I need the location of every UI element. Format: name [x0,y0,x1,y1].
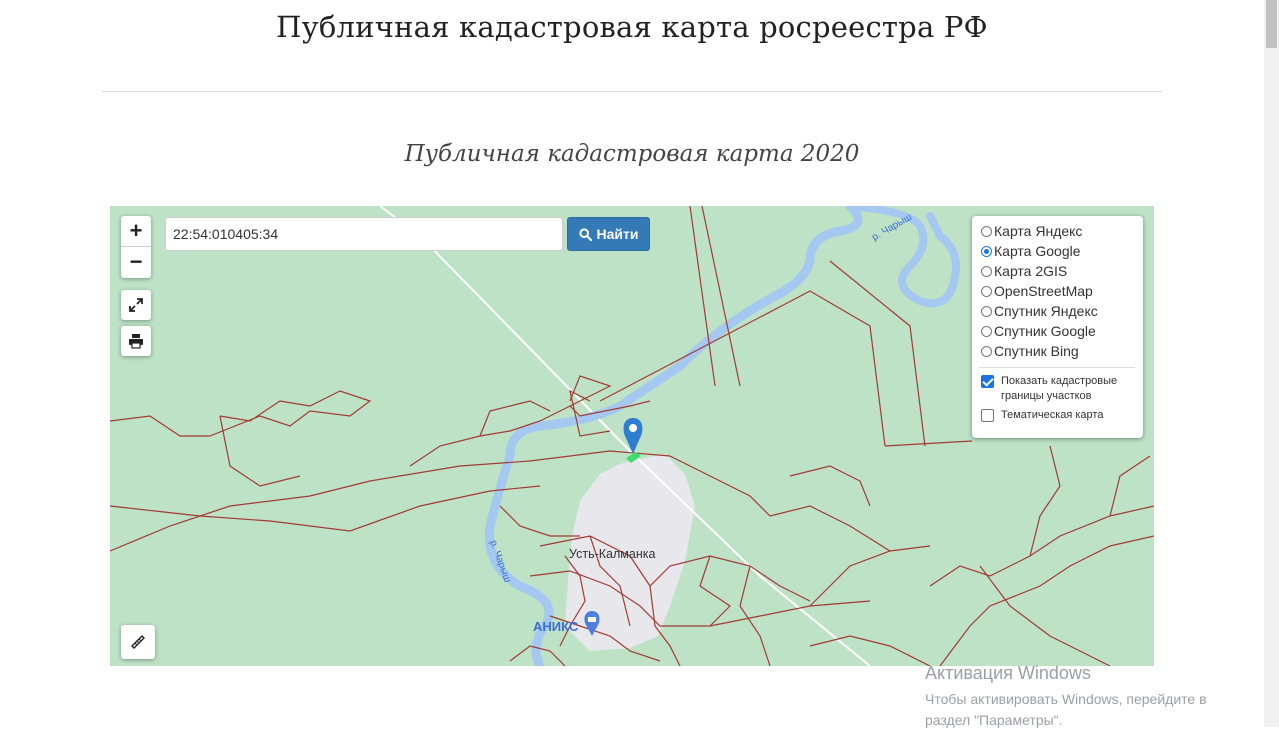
layer-option-label: Карта Google [994,243,1081,259]
layer-option-yandex-map[interactable]: Карта Яндекс [981,221,1135,241]
measure-button[interactable] [121,625,155,659]
zoom-out-button[interactable]: − [121,247,151,277]
page-subtitle: Публичная кадастровая карта 2020 [404,141,860,167]
layer-option-2gis-map[interactable]: Карта 2GIS [981,261,1135,281]
option-thematic-map[interactable]: Тематическая карта [981,408,1135,423]
radio-selected-icon [981,245,992,257]
layer-switcher: Карта Яндекс Карта Google Карта 2GIS Ope… [972,216,1143,438]
radio-icon [981,285,992,297]
layer-option-google-satellite[interactable]: Спутник Google [981,321,1135,341]
store-label: АНИКС [533,619,579,634]
radio-icon [981,325,992,337]
option-label: Тематическая карта [1001,409,1104,421]
radio-icon [981,345,992,357]
search-button-label: Найти [596,226,639,242]
option-label: Показать кадастровые границы участков [1001,375,1118,402]
windows-activation-watermark: Активация Windows Чтобы активировать Win… [925,663,1207,731]
expand-icon [129,298,143,312]
zoom-in-button[interactable]: + [121,216,151,246]
radio-icon [981,225,992,237]
checkbox-checked-icon [981,375,994,388]
layer-option-label: Спутник Яндекс [994,303,1098,319]
layer-option-bing-satellite[interactable]: Спутник Bing [981,341,1135,361]
search-icon [578,227,592,241]
search-button[interactable]: Найти [567,217,650,251]
layer-option-label: Спутник Bing [994,343,1079,359]
radio-icon [981,265,992,277]
ruler-icon [131,635,145,649]
watermark-title: Активация Windows [925,663,1091,683]
option-cadastral-boundaries[interactable]: Показать кадастровые границы участков [981,374,1135,404]
zoom-control: + − [121,216,151,278]
layer-option-label: Карта Яндекс [994,223,1083,239]
printer-icon [129,334,143,349]
site-title: Публичная кадастровая карта росреестра Р… [276,10,988,44]
layer-option-yandex-satellite[interactable]: Спутник Яндекс [981,301,1135,321]
layer-option-label: Спутник Google [994,323,1096,339]
layer-option-openstreetmap[interactable]: OpenStreetMap [981,281,1135,301]
page-scrollbar[interactable] [1264,0,1279,727]
layer-option-google-map[interactable]: Карта Google [981,241,1135,261]
checkbox-icon [981,409,994,422]
fullscreen-button[interactable] [121,290,151,320]
scrollbar-thumb[interactable] [1266,0,1277,48]
settlement-label: Усть-Калманка [569,547,656,561]
print-button[interactable] [121,326,151,356]
watermark-line2: раздел "Параметры". [925,712,1063,728]
layer-option-label: OpenStreetMap [994,283,1093,299]
map-canvas[interactable]: Усть-Калманка р. Чарыш р. Чарыш АНИКС + … [110,206,1154,666]
cadastral-search-input[interactable] [165,217,563,251]
layer-divider [979,367,1135,368]
watermark-line1: Чтобы активировать Windows, перейдите в [925,691,1207,707]
layer-option-label: Карта 2GIS [994,263,1068,279]
header-divider [102,91,1162,92]
radio-icon [981,305,992,317]
